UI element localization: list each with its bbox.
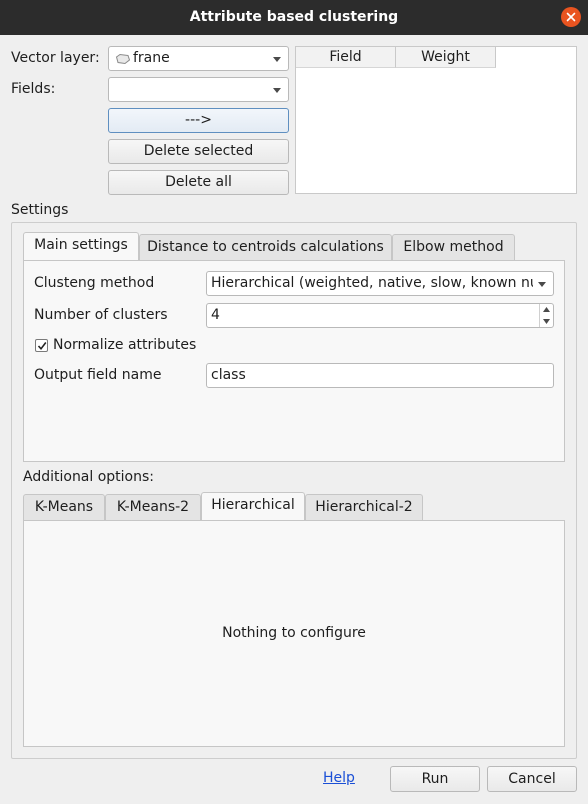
clustering-method-value: Hierarchical (weighted, native, slow, kn… <box>211 275 533 291</box>
nothing-to-configure-text: Nothing to configure <box>222 625 366 641</box>
chevron-up-icon <box>543 307 550 312</box>
cancel-button[interactable]: Cancel <box>487 766 577 792</box>
output-field-label: Output field name <box>34 367 162 383</box>
normalize-checkbox[interactable] <box>35 339 48 352</box>
column-header-field[interactable]: Field <box>296 47 396 68</box>
chevron-down-icon <box>273 57 281 62</box>
chevron-down-icon <box>543 319 550 324</box>
fields-label: Fields: <box>11 81 56 97</box>
fields-combo[interactable] <box>108 77 289 102</box>
output-field-value: class <box>211 367 246 383</box>
tab-k-means[interactable]: K-Means <box>23 494 105 520</box>
settings-tab-bar: Main settings Distance to centroids calc… <box>23 232 565 262</box>
tab-main-settings[interactable]: Main settings <box>23 232 139 260</box>
title-bar: Attribute based clustering <box>0 0 588 35</box>
clustering-method-label: Clusteng method <box>34 275 155 291</box>
run-button[interactable]: Run <box>390 766 480 792</box>
field-weight-table[interactable]: Field Weight <box>295 46 577 194</box>
chevron-down-icon <box>538 282 546 287</box>
column-header-weight[interactable]: Weight <box>396 47 496 68</box>
help-link[interactable]: Help <box>323 770 355 786</box>
hierarchical-options-panel: Nothing to configure <box>23 520 565 747</box>
delete-selected-button[interactable]: Delete selected <box>108 139 289 164</box>
vector-layer-label: Vector layer: <box>11 50 100 66</box>
delete-all-button[interactable]: Delete all <box>108 170 289 195</box>
normalize-label[interactable]: Normalize attributes <box>53 337 196 353</box>
num-clusters-label: Number of clusters <box>34 307 168 323</box>
checkmark-icon <box>37 342 47 351</box>
tab-hierarchical-2[interactable]: Hierarchical-2 <box>305 494 423 520</box>
additional-tab-bar: K-Means K-Means-2 Hierarchical Hierarchi… <box>23 492 565 522</box>
num-clusters-spinbox[interactable]: 4 <box>206 303 554 328</box>
tab-k-means-2[interactable]: K-Means-2 <box>105 494 201 520</box>
close-button[interactable] <box>561 7 581 27</box>
decrement-button[interactable] <box>540 316 553 327</box>
polygon-layer-icon <box>115 53 131 65</box>
tab-elbow-method[interactable]: Elbow method <box>392 234 515 260</box>
tab-hierarchical[interactable]: Hierarchical <box>201 492 305 520</box>
additional-options-label: Additional options: <box>23 469 155 485</box>
num-clusters-value: 4 <box>211 307 220 323</box>
chevron-down-icon <box>273 88 281 93</box>
increment-button[interactable] <box>540 304 553 315</box>
vector-layer-value: frane <box>133 50 170 66</box>
close-icon <box>566 12 576 22</box>
clustering-method-combo[interactable]: Hierarchical (weighted, native, slow, kn… <box>206 271 554 296</box>
output-field-input[interactable]: class <box>206 363 554 388</box>
vector-layer-combo[interactable]: frane <box>108 46 289 71</box>
settings-label: Settings <box>11 202 69 218</box>
add-field-button[interactable]: ---> <box>108 108 289 133</box>
tab-distance-to-centroids[interactable]: Distance to centroids calculations <box>139 234 392 260</box>
spin-buttons <box>539 304 553 327</box>
window-title: Attribute based clustering <box>189 9 399 25</box>
